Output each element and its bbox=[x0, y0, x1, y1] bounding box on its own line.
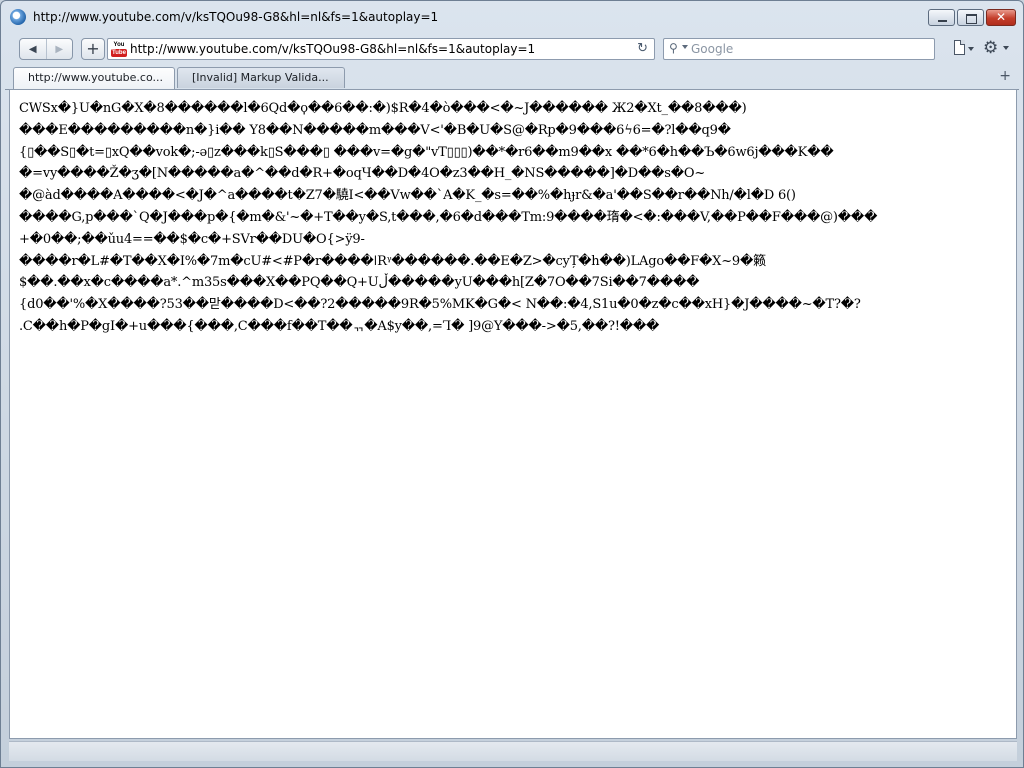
garbled-line: {d0��'%�X����?53��맏����D<��?2�����9R�5%M… bbox=[19, 297, 861, 313]
address-input[interactable] bbox=[130, 39, 630, 59]
window-title: http://www.youtube.com/v/ksTQOu98-G8&hl=… bbox=[33, 10, 439, 24]
status-bar bbox=[9, 741, 1017, 761]
back-forward-group: ◀ ▶ bbox=[19, 38, 73, 60]
close-icon: ✕ bbox=[995, 10, 1007, 24]
tools-menu-button[interactable]: ⚙ bbox=[981, 38, 1013, 58]
minimize-button[interactable] bbox=[928, 9, 955, 26]
tab-youtube[interactable]: http://www.youtube.co... bbox=[13, 67, 175, 89]
new-tab-button[interactable]: + bbox=[81, 38, 105, 60]
page-icon bbox=[954, 40, 965, 55]
page-menu-caret-icon bbox=[968, 47, 974, 51]
garbled-line: ����G,p���`Q�J���p�{�m�&'~�+T��y�S,t���,… bbox=[19, 209, 878, 225]
forward-button[interactable]: ▶ bbox=[45, 39, 73, 59]
navigation-toolbar: ◀ ▶ + You Tube ↻ ⚲ ⚙ bbox=[5, 35, 1017, 65]
minimize-icon bbox=[938, 20, 947, 22]
garbled-line: ����r�L#�T��X�I%�7m�cU#<#P�r����ǀRᵞ�����… bbox=[19, 253, 766, 269]
back-arrow-icon: ◀ bbox=[28, 43, 37, 55]
plus-icon: + bbox=[86, 39, 100, 58]
close-button[interactable]: ✕ bbox=[986, 9, 1016, 26]
garbled-line: ���E���������n�}i�� Y8��N�����m���V<'�B�… bbox=[19, 122, 731, 138]
garbled-line: {▯��S▯�t=▯xQ��vok�;-ə▯z���k▯S���▯ ���v=�… bbox=[19, 144, 834, 160]
reload-icon[interactable]: ↻ bbox=[637, 41, 648, 56]
gear-icon: ⚙ bbox=[983, 38, 999, 58]
garbled-line: .C��h�P�gI�+u���{���,C���f��T��ᆩ�A$y��,=… bbox=[19, 318, 660, 334]
page-content: CWSx�}U�nG�X�8������l�6Qd�ϙ��6��:�)$R�4�… bbox=[9, 89, 1017, 739]
maximize-icon bbox=[966, 14, 977, 24]
window-controls: ✕ bbox=[926, 9, 1016, 26]
garbled-swf-text: CWSx�}U�nG�X�8������l�6Qd�ϙ��6��:�)$R�4�… bbox=[10, 90, 1016, 346]
back-button[interactable]: ◀ bbox=[20, 39, 46, 59]
page-menu-button[interactable] bbox=[951, 40, 977, 58]
tab-markup-validator[interactable]: [Invalid] Markup Valida... bbox=[177, 67, 345, 88]
title-bar[interactable]: http://www.youtube.com/v/ksTQOu98-G8&hl=… bbox=[1, 1, 1023, 33]
maximize-button[interactable] bbox=[957, 9, 984, 26]
forward-arrow-icon: ▶ bbox=[55, 43, 64, 55]
garbled-line: CWSx�}U�nG�X�8������l�6Qd�ϙ��6��:�)$R�4�… bbox=[19, 101, 747, 116]
browser-window: http://www.youtube.com/v/ksTQOu98-G8&hl=… bbox=[0, 0, 1024, 768]
youtube-favicon-icon: You Tube bbox=[111, 41, 127, 57]
search-bar[interactable]: ⚲ bbox=[663, 38, 935, 60]
tools-menu-caret-icon bbox=[1003, 46, 1009, 50]
browser-app-icon[interactable] bbox=[10, 9, 26, 25]
search-engine-dropdown-icon[interactable] bbox=[682, 45, 688, 49]
new-tab-plus-icon[interactable]: + bbox=[999, 68, 1011, 84]
address-bar[interactable]: You Tube ↻ bbox=[107, 38, 655, 60]
search-icon[interactable]: ⚲ bbox=[669, 41, 678, 55]
garbled-line: +�0��;��ǔu4==��$�c�+SVr��DU�O{>ÿ9- bbox=[19, 231, 365, 247]
search-input[interactable] bbox=[691, 39, 929, 59]
garbled-line: $��.��x�c����a*.^m35s���X��PQ��Q+Uڵ�����… bbox=[19, 275, 700, 291]
garbled-line: �@àd����A����<�J�^a����t�Z7�驍I<��Vw��`A�… bbox=[19, 188, 796, 204]
garbled-line: �=vy����Ž�ʒ�[N�����a�^��d�R+�oqЧ��D�4O�z… bbox=[19, 166, 706, 182]
tab-strip: http://www.youtube.co... [Invalid] Marku… bbox=[5, 65, 1019, 90]
